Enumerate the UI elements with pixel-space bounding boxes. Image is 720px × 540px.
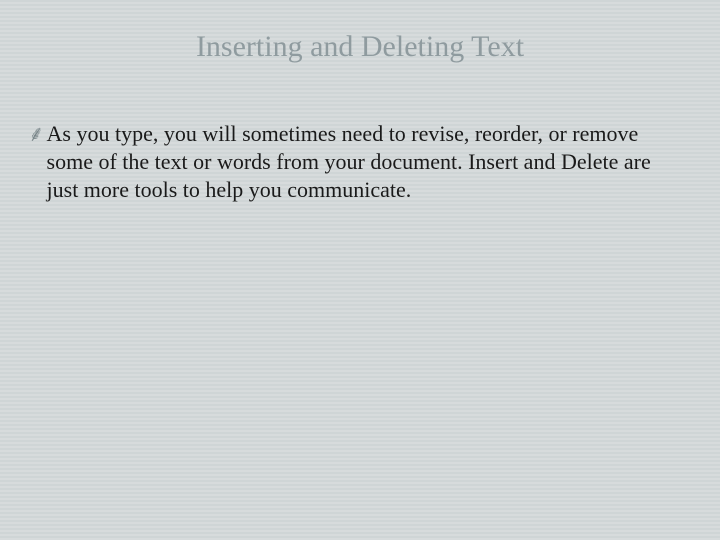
slide-body: ⸙ As you type, you will sometimes need t… xyxy=(28,120,680,204)
slide: Inserting and Deleting Text ⸙ As you typ… xyxy=(0,0,720,540)
bullet-text: As you type, you will sometimes need to … xyxy=(47,120,680,204)
list-item: ⸙ As you type, you will sometimes need t… xyxy=(28,120,680,204)
bullet-icon: ⸙ xyxy=(28,120,45,148)
slide-title: Inserting and Deleting Text xyxy=(0,30,720,64)
